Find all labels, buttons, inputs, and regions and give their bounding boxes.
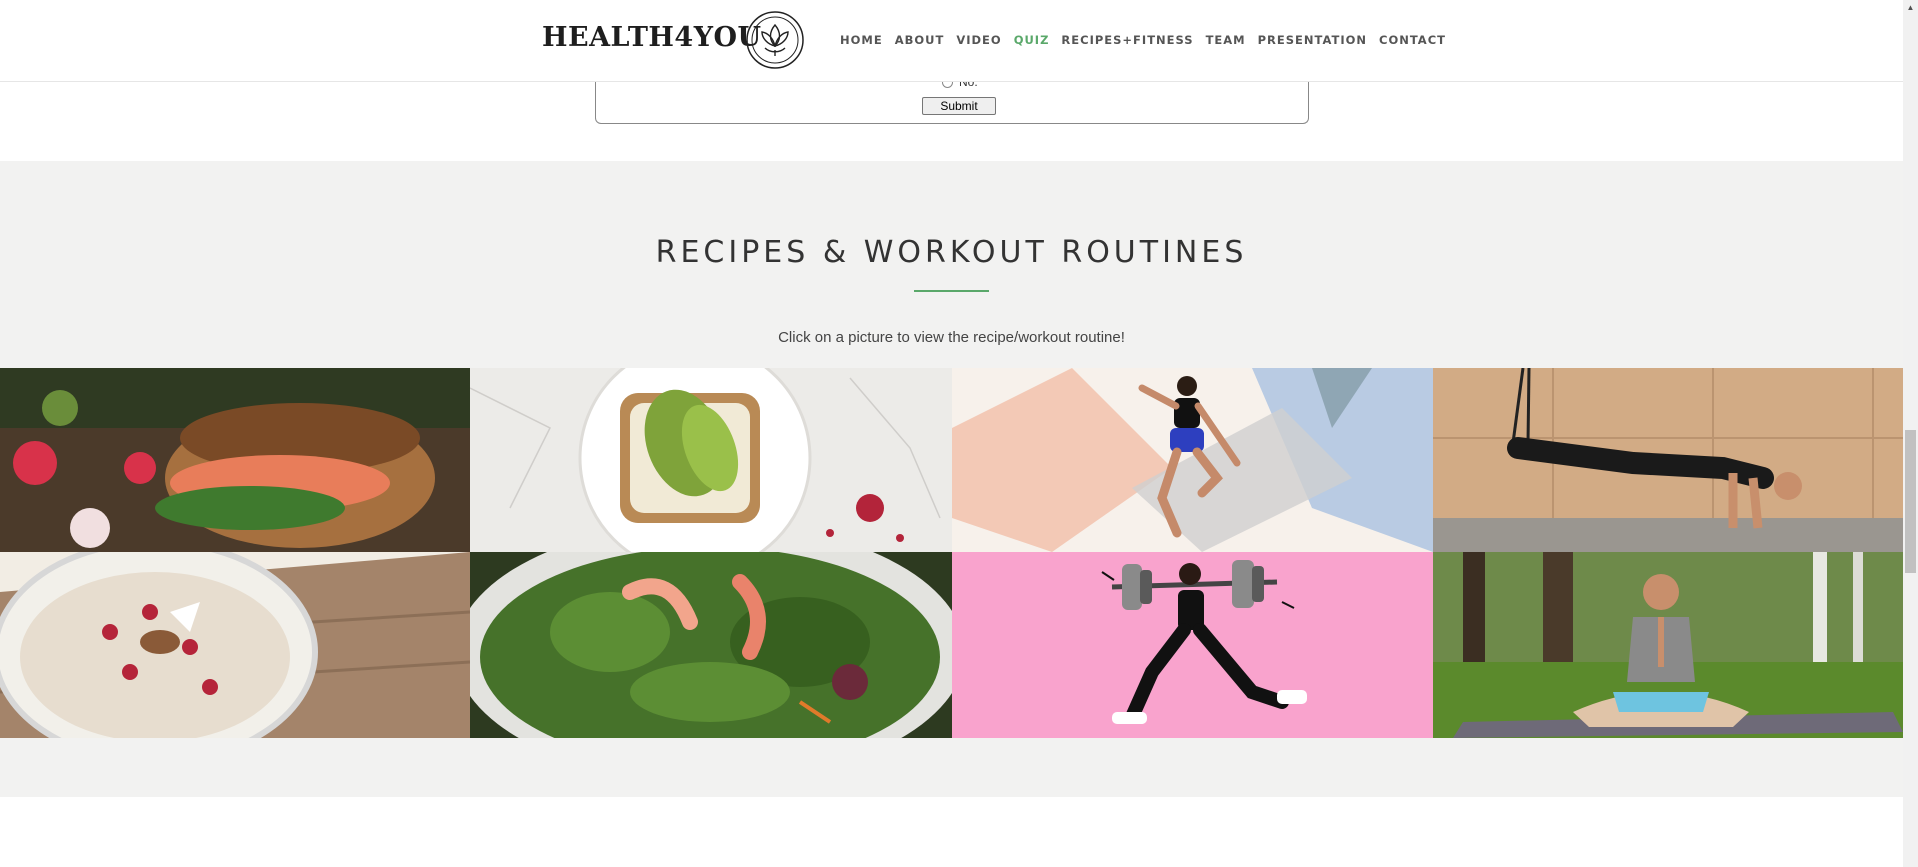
tile-trx-workout[interactable] [1433, 368, 1903, 552]
nav-quiz[interactable]: QUIZ [1014, 33, 1050, 47]
pomegranate-oats-image [0, 552, 470, 738]
tile-meditation[interactable] [1433, 552, 1903, 738]
scroll-up-arrow-icon[interactable]: ▲ [1903, 0, 1918, 15]
kale-salad-image [470, 552, 952, 738]
tile-pomegranate-oats[interactable] [0, 552, 470, 738]
salmon-bagel-image [0, 368, 470, 552]
nav-home[interactable]: HOME [840, 33, 883, 47]
submit-button[interactable]: Submit [922, 97, 996, 115]
barbell-lunge-image [952, 552, 1433, 738]
nav-contact[interactable]: CONTACT [1379, 33, 1446, 47]
avocado-toast-image [470, 368, 952, 552]
tile-avocado-toast[interactable] [470, 368, 952, 552]
title-underline [914, 290, 989, 292]
meditation-image [1433, 552, 1903, 738]
tile-kale-salad[interactable] [470, 552, 952, 738]
logo-text[interactable]: HEALTH4YOU [542, 22, 762, 53]
recipe-grid [0, 368, 1903, 738]
tile-salmon-bagel[interactable] [0, 368, 470, 552]
lotus-logo-icon[interactable] [745, 10, 805, 70]
main-nav: HOME ABOUT VIDEO QUIZ RECIPES+FITNESS TE… [840, 33, 1458, 47]
recipes-section: RECIPES & WORKOUT ROUTINES Click on a pi… [0, 161, 1903, 797]
section-title: RECIPES & WORKOUT ROUTINES [655, 235, 1248, 270]
tile-jumping-workout[interactable] [952, 368, 1433, 552]
nav-video[interactable]: VIDEO [956, 33, 1001, 47]
jumping-workout-image [952, 368, 1433, 552]
trx-workout-image [1433, 368, 1903, 552]
nav-about[interactable]: ABOUT [895, 33, 945, 47]
nav-team[interactable]: TEAM [1206, 33, 1246, 47]
site-header: HEALTH4YOU HOME ABOUT VIDEO QUIZ RECIPES… [0, 0, 1903, 82]
nav-presentation[interactable]: PRESENTATION [1258, 33, 1367, 47]
scrollbar-thumb[interactable] [1905, 430, 1916, 573]
tile-barbell-lunge[interactable] [952, 552, 1433, 738]
section-subtitle: Click on a picture to view the recipe/wo… [778, 329, 1125, 346]
page-scrollbar[interactable]: ▲ [1903, 0, 1918, 867]
nav-recipes-fitness[interactable]: RECIPES+FITNESS [1061, 33, 1193, 47]
